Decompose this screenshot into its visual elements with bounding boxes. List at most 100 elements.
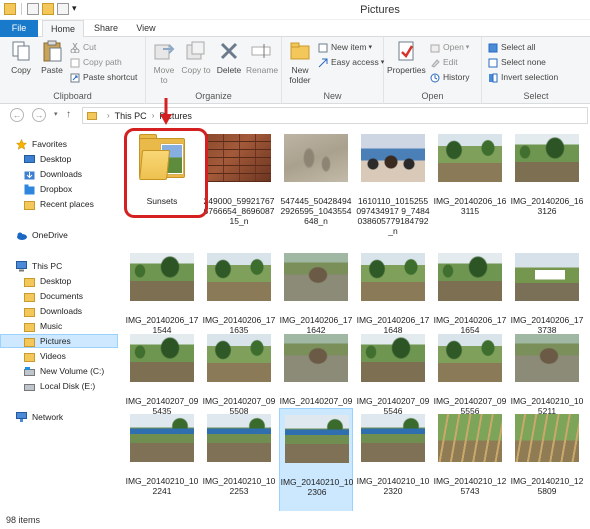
file-item[interactable]: IMG_20140206_163115 [433, 128, 507, 234]
address-bar[interactable]: › This PC › Pictures [82, 107, 588, 124]
file-item[interactable]: IMG_20140210_125809 [510, 408, 584, 514]
properties-icon [395, 40, 417, 62]
image-thumbnail [130, 253, 194, 301]
copy-to-label: Copy to [181, 65, 211, 75]
file-item[interactable]: IMG_20140206_163126 [510, 128, 584, 234]
file-item[interactable]: 1610110_1015255097434917 9_7484038605779… [356, 128, 430, 236]
nav-favorites-desktop[interactable]: Desktop [0, 152, 118, 166]
tab-home[interactable]: Home [42, 20, 84, 38]
videos-icon [24, 351, 35, 362]
invert-selection-label: Invert selection [501, 72, 559, 82]
paste-shortcut-button[interactable]: Paste shortcut [70, 71, 137, 84]
file-item[interactable]: 547445_504284942926595_1043554648_n [279, 128, 353, 234]
image-thumbnail [284, 253, 348, 301]
back-button[interactable]: ← [10, 108, 24, 122]
new-item-button[interactable]: New item ▾ [318, 41, 372, 54]
downloads-icon [24, 169, 35, 180]
history-label: History [443, 72, 470, 82]
copy-path-button[interactable]: Copy path [70, 56, 122, 69]
file-item[interactable]: 249000_599217676766654_869608715_n [202, 128, 276, 234]
easy-access-button[interactable]: Easy access ▾ [318, 56, 384, 69]
nav-favorites-dropbox[interactable]: Dropbox [0, 182, 118, 196]
nav-pc-music[interactable]: Music [0, 319, 118, 333]
history-button[interactable]: History [430, 71, 469, 84]
computer-icon [16, 260, 27, 272]
nav-network[interactable]: Network [0, 410, 118, 424]
nav-pc-drive-e[interactable]: Local Disk (E:) [0, 379, 118, 393]
select-all-button[interactable]: Select all [488, 41, 536, 54]
edit-button[interactable]: Edit [430, 56, 458, 69]
copy-path-label: Copy path [83, 57, 122, 67]
downloads-icon [24, 306, 35, 317]
new-folder-button[interactable]: New folder [285, 40, 315, 85]
file-name-label: 249000_599217676766654_869608715_n [203, 196, 275, 226]
arrow-left-icon: ← [12, 110, 22, 120]
move-to-button[interactable]: Move to [149, 40, 179, 85]
tab-view[interactable]: View [130, 20, 162, 37]
nav-item-label: Videos [40, 351, 66, 361]
file-name-label: 1610110_1015255097434917 9_7484038605779… [356, 196, 430, 236]
nav-pc-downloads[interactable]: Downloads [0, 304, 118, 318]
nav-item-label: Downloads [40, 169, 83, 179]
clipboard-group-label: Clipboard [53, 91, 92, 101]
edit-icon [430, 58, 440, 68]
nav-this-pc[interactable]: This PC [0, 259, 118, 273]
nav-pc-pictures[interactable]: Pictures [0, 334, 118, 348]
paste-button[interactable]: Paste [37, 40, 67, 75]
star-icon [15, 138, 28, 150]
chevron-down-icon: ▾ [465, 44, 470, 51]
status-bar: 98 items [0, 511, 590, 529]
copy-icon [10, 40, 32, 62]
up-button[interactable]: ↑ [66, 109, 71, 120]
copy-to-icon [185, 40, 207, 62]
file-name-label: IMG_20140210_102241 [125, 476, 199, 496]
properties-button[interactable]: Properties [387, 40, 426, 75]
drive-icon [24, 366, 35, 377]
nav-pc-documents[interactable]: Documents [0, 289, 118, 303]
file-item[interactable]: IMG_20140210_102320 [356, 408, 430, 514]
nav-onedrive[interactable]: OneDrive [0, 228, 118, 242]
image-thumbnail [438, 134, 502, 182]
file-item[interactable]: IMG_20140210_102241 [125, 408, 199, 514]
recent-locations-button[interactable]: ▾ [54, 110, 58, 118]
nav-pc-desktop[interactable]: Desktop [0, 274, 118, 288]
copy-to-button[interactable]: Copy to [181, 40, 211, 75]
cut-button[interactable]: Cut [70, 41, 96, 54]
invert-selection-button[interactable]: Invert selection [488, 71, 558, 84]
file-item[interactable]: IMG_20140210_102306 [279, 408, 353, 514]
image-thumbnail [207, 334, 271, 382]
nav-favorites-downloads[interactable]: Downloads [0, 167, 118, 181]
delete-label: Delete [216, 65, 242, 75]
scissors-icon [70, 42, 80, 53]
file-name-label: 547445_504284942926595_1043554648_n [280, 196, 352, 226]
tab-file[interactable]: File [0, 20, 38, 37]
nav-favorites-recent-places[interactable]: Recent places [0, 197, 118, 211]
rename-button[interactable]: Rename [246, 40, 278, 75]
tab-share[interactable]: Share [88, 20, 124, 37]
file-item[interactable]: IMG_20140210_125743 [433, 408, 507, 514]
nav-pc-drive-c[interactable]: New Volume (C:) [0, 364, 118, 378]
breadcrumb-this-pc[interactable]: This PC [115, 111, 147, 121]
delete-icon [218, 40, 240, 62]
image-thumbnail [361, 253, 425, 301]
file-item[interactable]: IMG_20140210_102253 [202, 408, 276, 514]
music-icon [24, 321, 35, 332]
nav-item-label: Music [40, 321, 63, 331]
item-count: 98 items [6, 515, 41, 525]
forward-button[interactable]: → [32, 108, 46, 122]
desktop-icon [24, 154, 35, 165]
image-thumbnail [515, 414, 579, 462]
nav-item-label: Desktop [40, 154, 72, 164]
image-thumbnail [130, 414, 194, 462]
desktop-icon [24, 276, 35, 287]
image-thumbnail [361, 134, 425, 182]
title-bar: ▾ Pictures [0, 0, 590, 20]
delete-button[interactable]: Delete [214, 40, 244, 75]
image-thumbnail [285, 415, 349, 463]
nav-favorites[interactable]: Favorites [0, 137, 118, 151]
recent-places-icon [24, 199, 35, 210]
copy-button[interactable]: Copy [6, 40, 36, 75]
open-button[interactable]: Open ▾ [430, 41, 469, 54]
select-none-button[interactable]: Select none [488, 56, 546, 69]
nav-pc-videos[interactable]: Videos [0, 349, 118, 363]
